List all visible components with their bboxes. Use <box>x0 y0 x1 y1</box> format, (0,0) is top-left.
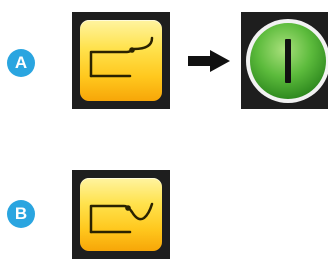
right-arrow-icon <box>188 50 230 72</box>
stitch-pattern-b-button[interactable] <box>72 170 170 259</box>
power-on-button[interactable] <box>241 12 328 109</box>
step-a-badge: A <box>7 49 35 77</box>
stitch-pattern-a-button[interactable] <box>72 12 170 109</box>
step-b-badge: B <box>7 200 35 228</box>
stitch-pattern-b-icon <box>89 202 154 234</box>
power-on-icon <box>246 19 328 103</box>
instruction-diagram: A B <box>0 0 328 262</box>
stitch-pattern-a-icon <box>89 36 154 78</box>
